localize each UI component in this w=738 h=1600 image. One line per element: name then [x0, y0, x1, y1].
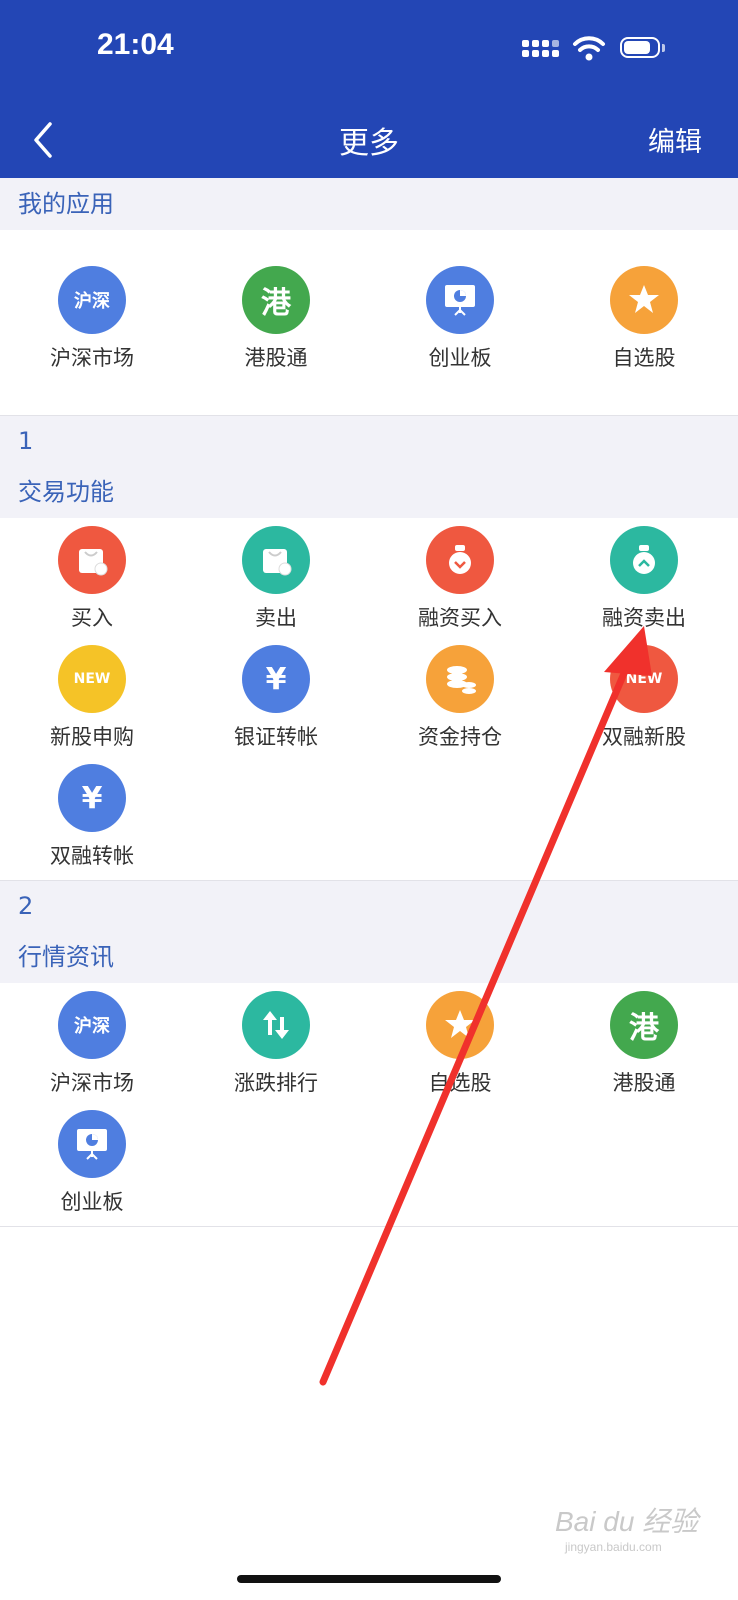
home-indicator — [237, 1575, 501, 1583]
cellular-signal-icon — [522, 38, 560, 64]
app-item-label: 双融转帐 — [50, 844, 134, 868]
growth-board-icon — [58, 1110, 126, 1178]
wifi-icon — [573, 36, 605, 61]
status-time: 21:04 — [97, 28, 174, 61]
battery-icon — [620, 37, 666, 60]
sell-bag-icon — [242, 526, 310, 594]
growth-board-icon — [426, 266, 494, 334]
app-item-hk-connect[interactable]: 港港股通 — [552, 991, 736, 1097]
app-item-label: 买入 — [71, 606, 113, 630]
app-item-margin-sell[interactable]: 融资卖出 — [552, 526, 736, 632]
funds-position-icon — [426, 645, 494, 713]
app-item-margin-ipo[interactable]: NEW 双融新股 — [552, 645, 736, 751]
app-item-ipo-subscribe[interactable]: NEW 新股申购 — [0, 645, 184, 751]
app-item-growth-board[interactable]: 创业板 — [0, 1110, 184, 1216]
app-item-margin-buy[interactable]: 融资买入 — [368, 526, 552, 632]
my-apps-grid: 沪深 沪深市场港港股通 创业板 自选股 — [0, 230, 738, 415]
bank-transfer-icon: ¥ — [242, 645, 310, 713]
market-info-section-title: 行情资讯 — [0, 931, 738, 983]
top-header: 21:04 更多 编辑 — [0, 0, 738, 178]
bottom-divider — [0, 1226, 738, 1227]
app-item-label: 港股通 — [244, 346, 308, 370]
group-number-1: 1 — [0, 415, 738, 467]
app-item-margin-transfer[interactable]: ¥ 双融转帐 — [0, 764, 184, 870]
my-apps-section-title: 我的应用 — [0, 178, 738, 230]
group-number-2: 2 — [0, 880, 738, 932]
app-item-label: 创业板 — [428, 346, 492, 370]
app-item-star[interactable]: 自选股 — [552, 266, 736, 372]
app-item-label: 卖出 — [255, 606, 297, 630]
app-item-label: 创业板 — [60, 1190, 124, 1214]
edit-button[interactable]: 编辑 — [648, 120, 702, 159]
app-item-label: 新股申购 — [50, 725, 134, 749]
baidu-watermark: Bai du 经验 jingyan.baidu.com — [555, 1506, 699, 1554]
hk-connect-icon: 港 — [242, 266, 310, 334]
app-item-label: 涨跌排行 — [234, 1071, 318, 1095]
app-item-sell-bag[interactable]: 卖出 — [184, 526, 368, 632]
app-item-label: 自选股 — [612, 346, 676, 370]
trade-functions-grid: 买入 卖出 融资买入 融资卖出 NEW 新股申购 ¥ 银证转帐 资金持仓 NEW 双融新股 ¥ 双融转帐 — [0, 518, 738, 880]
app-item-label: 沪深市场 — [50, 1071, 134, 1095]
app-item-hushen-market[interactable]: 沪深 沪深市场 — [0, 266, 184, 372]
app-item-label: 融资卖出 — [602, 606, 686, 630]
hushen-market-icon: 沪深 — [58, 991, 126, 1059]
app-item-hk-connect[interactable]: 港港股通 — [184, 266, 368, 372]
trade-functions-section-title: 交易功能 — [0, 466, 738, 518]
app-item-star[interactable]: 自选股 — [368, 991, 552, 1097]
app-item-label: 港股通 — [612, 1071, 676, 1095]
app-item-bank-transfer[interactable]: ¥ 银证转帐 — [184, 645, 368, 751]
ipo-subscribe-icon: NEW — [58, 645, 126, 713]
app-item-rank-updown[interactable]: 涨跌排行 — [184, 991, 368, 1097]
app-item-funds-position[interactable]: 资金持仓 — [368, 645, 552, 751]
margin-buy-icon — [426, 526, 494, 594]
hushen-market-icon: 沪深 — [58, 266, 126, 334]
app-item-label: 资金持仓 — [418, 725, 502, 749]
app-item-label: 银证转帐 — [234, 725, 318, 749]
rank-updown-icon — [242, 991, 310, 1059]
star-icon — [426, 991, 494, 1059]
app-item-label: 自选股 — [428, 1071, 492, 1095]
margin-ipo-icon: NEW — [610, 645, 678, 713]
hk-connect-icon: 港 — [610, 991, 678, 1059]
app-item-hushen-market[interactable]: 沪深 沪深市场 — [0, 991, 184, 1097]
app-item-growth-board[interactable]: 创业板 — [368, 266, 552, 372]
market-info-grid: 沪深 沪深市场 涨跌排行 自选股港港股通 创业板 — [0, 983, 738, 1226]
app-item-label: 沪深市场 — [50, 346, 134, 370]
buy-bag-icon — [58, 526, 126, 594]
app-item-label: 双融新股 — [602, 725, 686, 749]
star-icon — [610, 266, 678, 334]
margin-sell-icon — [610, 526, 678, 594]
app-item-label: 融资买入 — [418, 606, 502, 630]
margin-transfer-icon: ¥ — [58, 764, 126, 832]
app-item-buy-bag[interactable]: 买入 — [0, 526, 184, 632]
page-title: 更多 — [339, 126, 399, 161]
